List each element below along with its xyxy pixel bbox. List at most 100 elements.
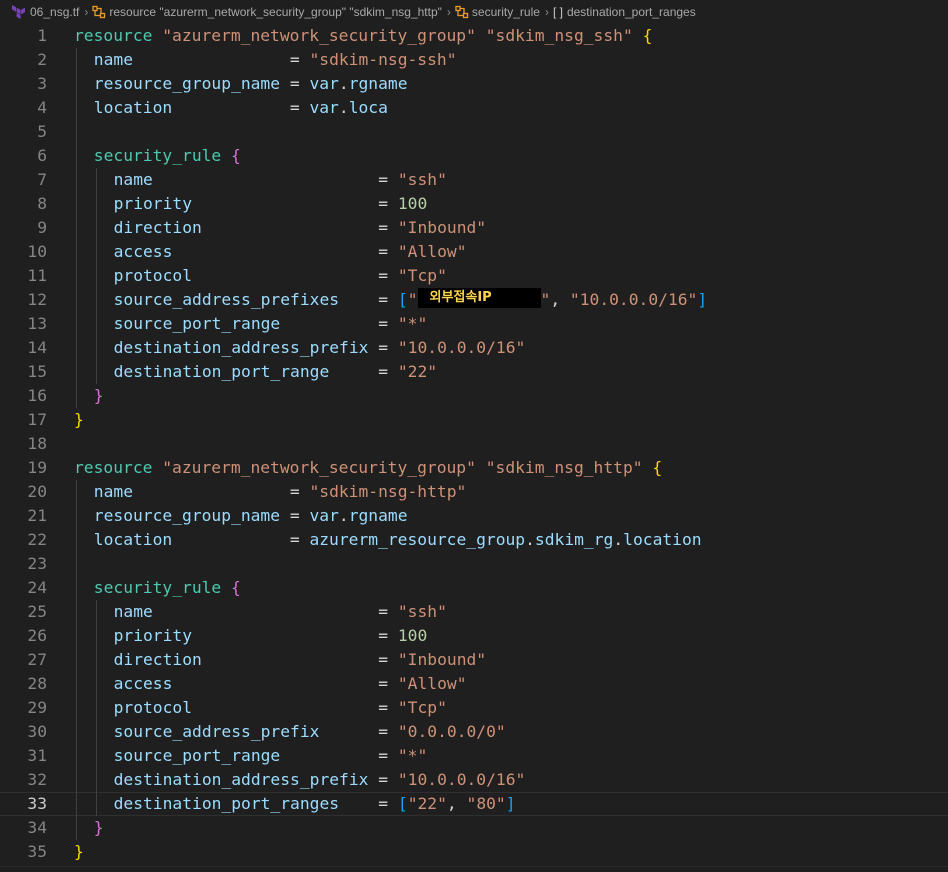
code-line[interactable]: 32 destination_address_prefix = "10.0.0.0… — [0, 768, 948, 792]
code-line[interactable]: 6 security_rule { — [0, 144, 948, 168]
redacted-ip-box: 외부접속IP — [417, 288, 541, 308]
code-token: = — [201, 218, 398, 237]
code-text: access = "Allow" — [114, 672, 467, 696]
code-text: priority = 100 — [114, 192, 428, 216]
breadcrumb-resource[interactable]: resource "azurerm_network_security_group… — [92, 5, 442, 19]
code-token: location — [93, 530, 173, 549]
code-token: "Tcp" — [397, 698, 447, 717]
code-token: resource — [74, 26, 153, 45]
code-line[interactable]: 5 — [0, 120, 948, 144]
breadcrumb-label: security_rule — [471, 5, 540, 19]
code-line[interactable]: 30 source_address_prefix = "0.0.0.0/0" — [0, 720, 948, 744]
code-line[interactable]: 21 resource_group_name = var.rgname — [0, 504, 948, 528]
indent-guide — [95, 192, 97, 216]
indent-guide — [76, 360, 77, 384]
breadcrumb-port-ranges[interactable]: [ ] destination_port_ranges — [553, 5, 696, 19]
code-text: direction = "Inbound" — [114, 216, 487, 240]
code-text: } — [74, 408, 84, 432]
code-line[interactable]: 16} — [0, 384, 948, 408]
code-line[interactable]: 20 name = "sdkim-nsg-http" — [0, 480, 948, 504]
code-line[interactable]: 8 priority = 100 — [0, 192, 948, 216]
code-token: priority — [113, 194, 193, 213]
code-line[interactable]: 12 source_address_prefixes = [" 외부접속IP ", "… — [0, 288, 948, 312]
code-line[interactable]: 3 resource_group_name = var.rgname — [0, 72, 948, 96]
code-token: azurerm_resource_group — [309, 530, 526, 549]
breadcrumb-file[interactable]: 06_nsg.tf — [0, 5, 79, 19]
code-line[interactable]: 17} — [0, 408, 948, 432]
code-line[interactable]: 27 direction = "Inbound" — [0, 648, 948, 672]
code-line[interactable]: 33 destination_port_ranges = ["22", "80"] — [0, 792, 948, 816]
code-line[interactable]: 14 destination_address_prefix = "10.0.0.0… — [0, 336, 948, 360]
code-text: direction = "Inbound" — [114, 648, 487, 672]
code-token: "sdkim_nsg_http" — [485, 458, 643, 477]
line-number: 26 — [27, 626, 47, 645]
code-text: } — [94, 816, 104, 840]
code-token: [ — [397, 290, 408, 309]
code-token: "22" — [407, 794, 447, 813]
code-token: "*" — [397, 746, 428, 765]
code-text: security_rule { — [94, 576, 241, 600]
code-token: name — [113, 602, 153, 621]
code-token: = — [192, 194, 398, 213]
code-line[interactable]: 34} — [0, 816, 948, 840]
code-token: 100 — [397, 626, 428, 645]
code-line[interactable]: 35} — [0, 840, 948, 864]
breadcrumb-label: resource "azurerm_network_security_group… — [109, 5, 442, 19]
indent-guide — [76, 600, 77, 624]
code-line[interactable]: 1 resource "azurerm_network_security_grou… — [0, 24, 948, 48]
code-token: direction — [113, 218, 202, 237]
code-line[interactable]: 23 — [0, 552, 948, 576]
code-token: = — [280, 314, 398, 333]
code-line[interactable]: 13 source_port_range = "*" — [0, 312, 948, 336]
code-token: = — [329, 362, 398, 381]
code-line[interactable]: 25 name = "ssh" — [0, 600, 948, 624]
code-text: protocol = "Tcp" — [114, 696, 447, 720]
code-line[interactable]: 31 source_port_range = "*" — [0, 744, 948, 768]
code-editor[interactable]: 1 resource "azurerm_network_security_grou… — [0, 24, 948, 872]
code-token: security_rule — [93, 578, 222, 597]
indent-guide — [76, 120, 77, 144]
code-line[interactable]: 26 priority = 100 — [0, 624, 948, 648]
code-token: } — [74, 410, 84, 429]
indent-guide — [76, 48, 77, 72]
code-line[interactable]: 4 location = var.loca — [0, 96, 948, 120]
line-number: 33 — [27, 794, 47, 813]
code-line[interactable]: 19 resource "azurerm_network_security_gro… — [0, 456, 948, 480]
code-text: } — [94, 384, 104, 408]
code-line[interactable]: 28 access = "Allow" — [0, 672, 948, 696]
code-token: , — [550, 290, 570, 309]
code-token: location — [623, 530, 702, 549]
code-token: { — [642, 26, 653, 45]
line-number: 3 — [37, 74, 47, 93]
code-line[interactable]: 9 direction = "Inbound" — [0, 216, 948, 240]
indent-guide — [95, 360, 97, 384]
code-line[interactable]: 18 — [0, 432, 948, 456]
code-token: . — [525, 530, 535, 549]
code-token: = — [152, 602, 398, 621]
breadcrumb-security-rule[interactable]: security_rule — [455, 5, 540, 19]
code-line[interactable]: 7 name = "ssh" — [0, 168, 948, 192]
indent-guide — [76, 240, 77, 264]
symbol-class-icon — [92, 5, 106, 19]
code-line[interactable]: 29 protocol = "Tcp" — [0, 696, 948, 720]
code-line[interactable]: 10 access = "Allow" — [0, 240, 948, 264]
indent-guide — [76, 552, 77, 576]
code-token: name — [93, 482, 134, 501]
code-line[interactable]: 2 name = "sdkim-nsg-ssh" — [0, 48, 948, 72]
code-line[interactable]: 15 destination_port_range = "22" — [0, 360, 948, 384]
code-token: direction — [113, 650, 202, 669]
code-token: "sdkim-nsg-ssh" — [309, 50, 457, 69]
line-number: 27 — [27, 650, 47, 669]
code-token: source_port_range — [113, 314, 281, 333]
code-token: destination_address_prefix — [113, 338, 369, 357]
code-line[interactable]: 22 location = azurerm_resource_group.sdki… — [0, 528, 948, 552]
code-token: rgname — [348, 506, 408, 525]
code-line[interactable]: 11 protocol = "Tcp" — [0, 264, 948, 288]
code-line[interactable]: 24 security_rule { — [0, 576, 948, 600]
